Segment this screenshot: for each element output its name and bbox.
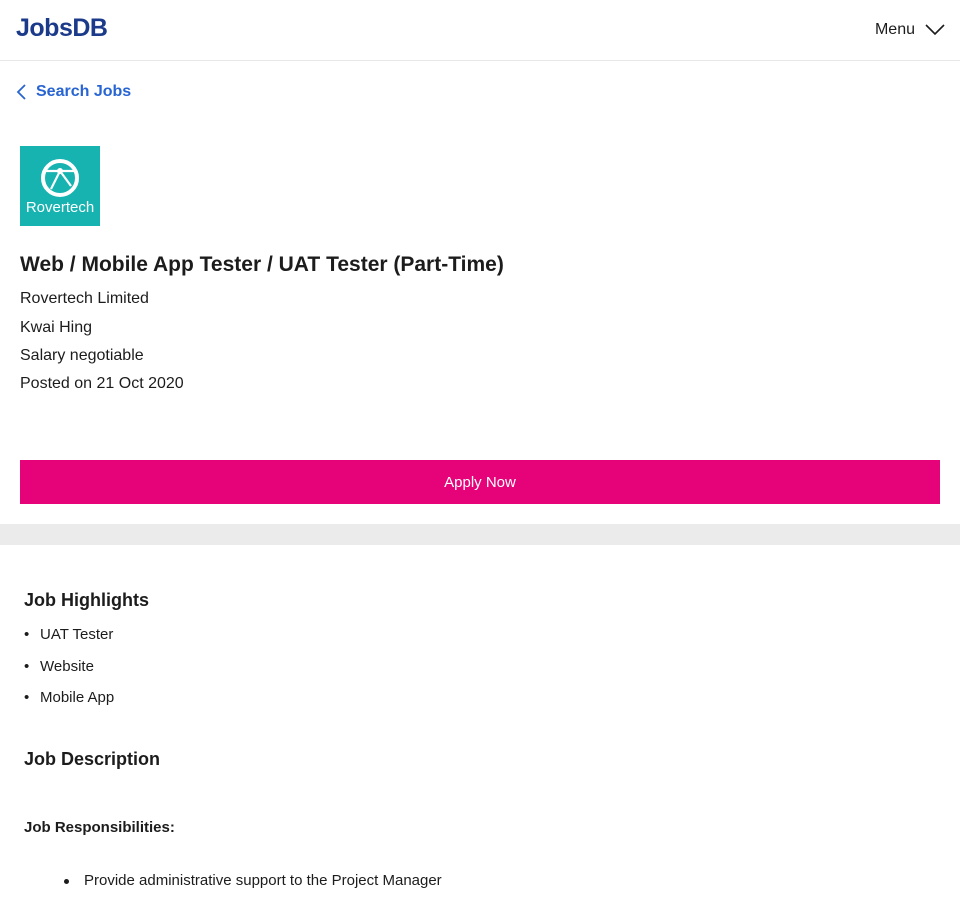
company-logo-text: Rovertech: [25, 199, 95, 216]
responsibility-item: Provide administrative support to the Pr…: [64, 870, 442, 892]
chevron-left-icon: [16, 84, 28, 100]
back-to-search-link[interactable]: Search Jobs: [16, 80, 131, 104]
apply-now-button[interactable]: Apply Now: [20, 460, 940, 504]
menu-label: Menu: [874, 21, 915, 38]
responsibilities-heading: Job Responsibilities:: [24, 819, 175, 836]
job-title: Web / Mobile App Tester / UAT Tester (Pa…: [20, 253, 504, 276]
jobsdb-logo[interactable]: JobsDB: [16, 14, 108, 43]
rovertech-logo-icon: [41, 159, 79, 197]
job-description-heading: Job Description: [24, 749, 161, 769]
chevron-down-icon: [925, 24, 945, 36]
job-highlights-list: • UAT Tester • Website • Mobile App: [24, 624, 114, 719]
job-location: Kwai Hing: [20, 319, 93, 336]
highlight-item: • UAT Tester: [24, 626, 114, 643]
responsibilities-list: Provide administrative support to the Pr…: [64, 870, 442, 892]
posted-date: Posted on 21 Oct 2020: [20, 375, 184, 392]
menu-button[interactable]: Menu: [875, 16, 945, 44]
company-logo: Rovertech: [20, 146, 100, 226]
section-divider: [0, 524, 960, 545]
highlight-item: • Mobile App: [24, 689, 115, 706]
company-name[interactable]: Rovertech Limited: [20, 290, 149, 308]
top-bar: JobsDB Menu: [0, 0, 960, 61]
back-link-label: Search Jobs: [36, 83, 132, 100]
highlight-item: • Website: [24, 657, 94, 675]
job-highlights-heading: Job Highlights: [24, 590, 149, 610]
job-salary: Salary negotiable: [20, 347, 144, 364]
